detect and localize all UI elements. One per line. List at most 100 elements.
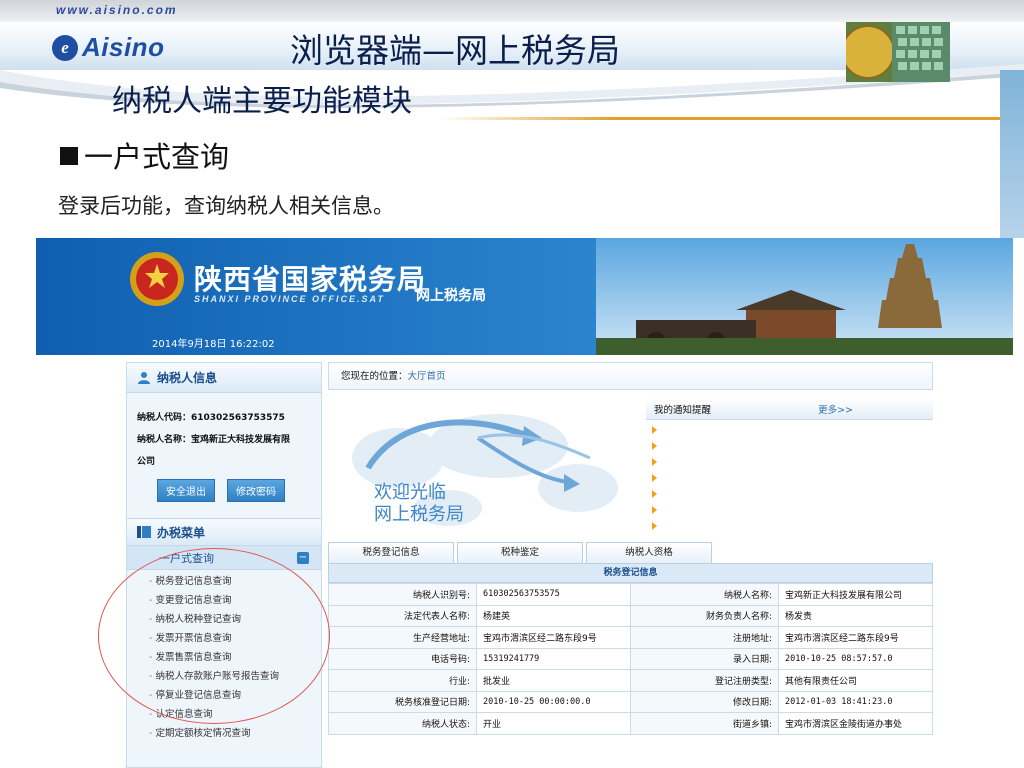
notice-item[interactable] bbox=[652, 438, 933, 454]
corner-keyboard-globe-image bbox=[846, 22, 950, 82]
menu-item-deposit-account-report-query[interactable]: 纳税人存款账户账号报告查询 bbox=[149, 667, 321, 686]
welcome-message: 欢迎光临 网上税务局 bbox=[374, 482, 464, 526]
field-value: 15319241779 bbox=[476, 647, 631, 670]
breadcrumb-current[interactable]: 大厅首页 bbox=[408, 371, 446, 382]
notice-panel: 我的通知提醒 更多>> bbox=[646, 398, 933, 538]
change-password-button[interactable]: 修改密码 bbox=[227, 479, 285, 502]
notice-list bbox=[646, 420, 933, 534]
field-label: 录入日期: bbox=[630, 647, 779, 670]
taxpayer-name: 纳税人名称：宝鸡新正大科技发展有限 bbox=[137, 435, 291, 445]
sidebar-buttons: 安全退出 修改密码 bbox=[127, 473, 321, 502]
aisino-logo-text: Aisino bbox=[82, 32, 165, 62]
slide-title: 浏览器端—网上税务局 bbox=[290, 31, 620, 70]
arrow-right-icon bbox=[652, 426, 657, 434]
notice-item[interactable] bbox=[652, 422, 933, 438]
field-label: 注册地址: bbox=[630, 626, 779, 649]
notice-item[interactable] bbox=[652, 470, 933, 486]
slide-url-text: www.aisino.com bbox=[56, 3, 178, 17]
gold-divider-line bbox=[440, 117, 1024, 120]
slide-top-bar: www.aisino.com bbox=[0, 0, 1024, 22]
table-row: 行业: 批发业 登记注册类型: 其他有限责任公司 bbox=[328, 669, 933, 692]
field-label: 税务核准登记日期: bbox=[328, 690, 477, 713]
field-label: 登记注册类型: bbox=[630, 669, 779, 692]
site-subtitle: 网上税务局 bbox=[416, 288, 486, 304]
notice-item[interactable] bbox=[652, 454, 933, 470]
bullet-heading: 一户式查询 bbox=[60, 134, 229, 176]
bullet-square-icon bbox=[60, 147, 78, 165]
bullet-heading-text: 一户式查询 bbox=[84, 140, 230, 174]
menu-item-suspension-registration-query[interactable]: 停复业登记信息查询 bbox=[149, 686, 321, 705]
notice-item[interactable] bbox=[652, 502, 933, 518]
taxpayer-info-header: 纳税人信息 bbox=[127, 363, 321, 393]
arrow-right-icon bbox=[652, 458, 657, 466]
field-label: 行业: bbox=[328, 669, 477, 692]
notice-more-link[interactable]: 更多>> bbox=[818, 402, 853, 416]
field-value: 2010-10-25 08:57:57.0 bbox=[778, 647, 933, 670]
field-label: 法定代表人名称: bbox=[328, 604, 477, 627]
menu-item-tax-registration-query[interactable]: 税务登记信息查询 bbox=[149, 572, 321, 591]
menu-icon bbox=[137, 526, 151, 538]
tab-tax-registration[interactable]: 税务登记信息 bbox=[328, 542, 454, 563]
menu-item-change-registration-query[interactable]: 变更登记信息查询 bbox=[149, 591, 321, 610]
menu-group-label: 一户式查询 bbox=[159, 551, 214, 565]
field-label: 财务负责人名称: bbox=[630, 604, 779, 627]
table-row: 电话号码: 15319241779 录入日期: 2010-10-25 08:57:57… bbox=[328, 647, 933, 670]
field-label: 电话号码: bbox=[328, 647, 477, 670]
table-row: 纳税人状态: 开业 街道乡镇: 宝鸡市渭滨区金陵街道办事处 bbox=[328, 712, 933, 735]
menu-group-one-stop-query[interactable]: 一户式查询 − bbox=[127, 546, 321, 570]
arrow-right-icon bbox=[652, 506, 657, 514]
menu-item-invoice-issue-query[interactable]: 发票开票信息查询 bbox=[149, 629, 321, 648]
taxpayer-name-continued: 公司 bbox=[137, 457, 156, 467]
field-value: 610302563753575 bbox=[476, 583, 631, 606]
menu-item-certification-query[interactable]: 认定信息查询 bbox=[149, 705, 321, 724]
welcome-line-2: 网上税务局 bbox=[374, 504, 464, 525]
field-value: 其他有限责任公司 bbox=[778, 669, 933, 692]
taxpayer-info-block: 纳税人代码：610302563753575 纳税人名称：宝鸡新正大科技发展有限 … bbox=[127, 393, 321, 473]
main-content: 您现在的位置：大厅首页 欢迎光临 网上税务局 我的通知提醒 更多>> 税务登记信… bbox=[328, 362, 933, 768]
notice-item[interactable] bbox=[652, 518, 933, 534]
notice-item[interactable] bbox=[652, 486, 933, 502]
welcome-panel: 欢迎光临 网上税务局 bbox=[328, 398, 646, 538]
table-row: 纳税人识别号: 610302563753575 纳税人名称: 宝鸡新正大科技发展有限公… bbox=[328, 583, 933, 606]
query-menu-list: 税务登记信息查询 变更登记信息查询 纳税人税种登记查询 发票开票信息查询 发票售… bbox=[127, 570, 321, 743]
taxpayer-info-title: 纳税人信息 bbox=[157, 371, 218, 385]
arrow-right-icon bbox=[652, 442, 657, 450]
tax-menu-header: 办税菜单 bbox=[127, 518, 321, 546]
tab-tax-type-assessment[interactable]: 税种鉴定 bbox=[457, 542, 583, 563]
arrow-right-icon bbox=[652, 474, 657, 482]
arrow-right-icon bbox=[652, 490, 657, 498]
taxpayer-code: 纳税人代码：610302563753575 bbox=[137, 413, 285, 423]
field-value: 2010-10-25 00:00:00.0 bbox=[476, 690, 631, 713]
field-value: 批发业 bbox=[476, 669, 631, 692]
menu-item-tax-type-registration-query[interactable]: 纳税人税种登记查询 bbox=[149, 610, 321, 629]
field-label: 生产经营地址: bbox=[328, 626, 477, 649]
slide-subtitle: 纳税人端主要功能模块 bbox=[112, 84, 412, 119]
logout-button[interactable]: 安全退出 bbox=[157, 479, 215, 502]
tax-registration-table: 税务登记信息 纳税人识别号: 610302563753575 纳税人名称: 宝鸡新正大… bbox=[328, 563, 933, 735]
field-label: 纳税人名称: bbox=[630, 583, 779, 606]
site-name: 陕西省国家税务局 bbox=[194, 263, 427, 296]
field-value: 宝鸡市渭滨区经二路东段9号 bbox=[778, 626, 933, 649]
embedded-screenshot: 陕西省国家税务局 SHANXI PROVINCE OFFICE.SAT 网上税务… bbox=[36, 238, 1013, 768]
field-value: 宝鸡新正大科技发展有限公司 bbox=[778, 583, 933, 606]
sidebar: 纳税人信息 纳税人代码：610302563753575 纳税人名称：宝鸡新正大科… bbox=[126, 362, 322, 768]
table-caption: 税务登记信息 bbox=[328, 563, 933, 583]
national-emblem-icon bbox=[130, 252, 184, 306]
menu-item-fixed-quota-query[interactable]: 定期定额核定情况查询 bbox=[149, 724, 321, 743]
breadcrumb: 您现在的位置：大厅首页 bbox=[328, 362, 933, 390]
field-label: 纳税人状态: bbox=[328, 712, 477, 735]
field-value: 开业 bbox=[476, 712, 631, 735]
site-datetime: 2014年9月18日 16:22:02 bbox=[152, 339, 275, 350]
field-label: 修改日期: bbox=[630, 690, 779, 713]
breadcrumb-prefix: 您现在的位置： bbox=[341, 371, 408, 382]
aisino-emblem-icon: e bbox=[52, 34, 78, 61]
tab-taxpayer-qualification[interactable]: 纳税人资格 bbox=[586, 542, 712, 563]
field-value: 杨建英 bbox=[476, 604, 631, 627]
table-row: 法定代表人名称: 杨建英 财务负责人名称: 杨发贵 bbox=[328, 604, 933, 627]
notice-title: 我的通知提醒 bbox=[654, 404, 712, 416]
menu-item-invoice-sale-query[interactable]: 发票售票信息查询 bbox=[149, 648, 321, 667]
info-tabs: 税务登记信息 税种鉴定 纳税人资格 bbox=[328, 542, 712, 563]
collapse-icon[interactable]: − bbox=[297, 551, 309, 564]
table-row: 生产经营地址: 宝鸡市渭滨区经二路东段9号 注册地址: 宝鸡市渭滨区经二路东段9号 bbox=[328, 626, 933, 649]
right-decor-strip bbox=[1000, 70, 1024, 238]
